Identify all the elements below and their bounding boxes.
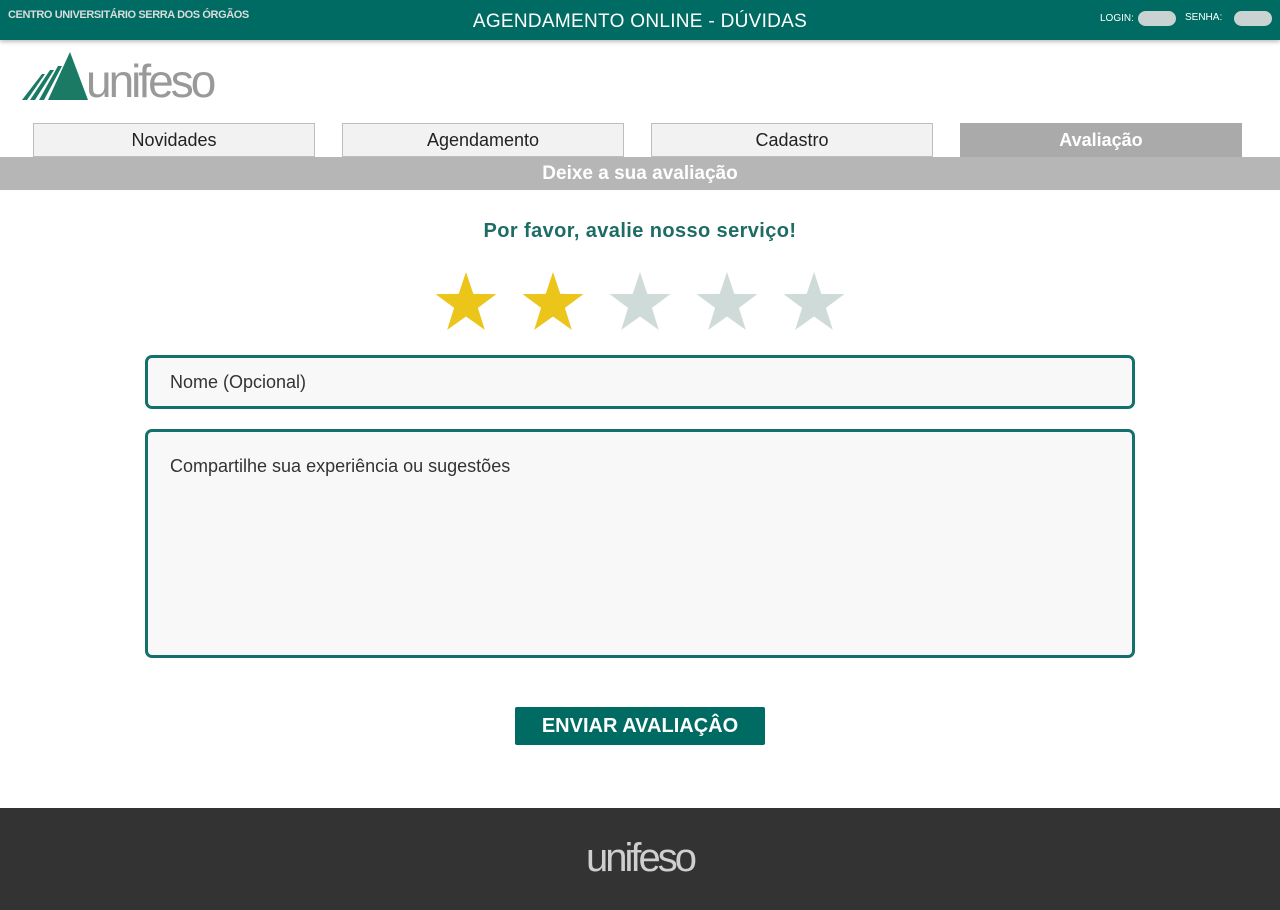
footer: unifeso xyxy=(0,808,1280,910)
tab-label: Agendamento xyxy=(426,130,540,150)
tab-novidades[interactable]: Novidades xyxy=(33,123,315,157)
submit-label: ENVIAR AVALIAÇÂO xyxy=(541,715,739,737)
login-label: LOGIN: xyxy=(1100,13,1134,24)
tab-label: Cadastro xyxy=(755,130,829,150)
mountain-logo-icon xyxy=(22,52,88,100)
tab-avaliacao[interactable]: Avaliação xyxy=(960,123,1242,157)
message-textarea[interactable]: Compartilhe sua experiência ou sugestões xyxy=(145,429,1135,658)
senha-label: SENHA: xyxy=(1185,12,1223,23)
star-2-icon[interactable] xyxy=(515,270,591,334)
rating-prompt: Por favor, avalie nosso serviço! xyxy=(483,220,797,242)
submit-rating-button[interactable]: ENVIAR AVALIAÇÂO xyxy=(515,707,765,745)
senha-input[interactable] xyxy=(1234,11,1272,26)
logo-text: unifeso xyxy=(86,55,216,107)
tab-cadastro[interactable]: Cadastro xyxy=(651,123,933,157)
star-3-icon[interactable] xyxy=(602,270,678,334)
top-bar: CENTRO UNIVERSITÁRIO SERRA DOS ÓRGÃOS AG… xyxy=(0,0,1280,40)
section-title: Deixe a sua avaliação xyxy=(542,163,738,184)
tab-label: Novidades xyxy=(131,130,217,150)
login-input[interactable] xyxy=(1138,11,1176,26)
message-placeholder: Compartilhe sua experiência ou sugestões xyxy=(170,456,511,476)
unifeso-logo: unifeso xyxy=(20,50,220,107)
tab-label: Avaliação xyxy=(1059,130,1143,150)
star-4-icon[interactable] xyxy=(689,270,765,334)
star-5-icon[interactable] xyxy=(776,270,852,334)
section-header: Deixe a sua avaliação xyxy=(0,157,1280,190)
footer-logo: unifeso xyxy=(586,836,697,880)
page-title: AGENDAMENTO ONLINE - DÚVIDAS xyxy=(472,11,808,32)
name-field[interactable]: Nome (Opcional) xyxy=(145,355,1135,409)
name-placeholder: Nome (Opcional) xyxy=(170,372,307,392)
tab-agendamento[interactable]: Agendamento xyxy=(342,123,624,157)
star-1-icon[interactable] xyxy=(428,270,504,334)
star-rating xyxy=(428,270,848,335)
